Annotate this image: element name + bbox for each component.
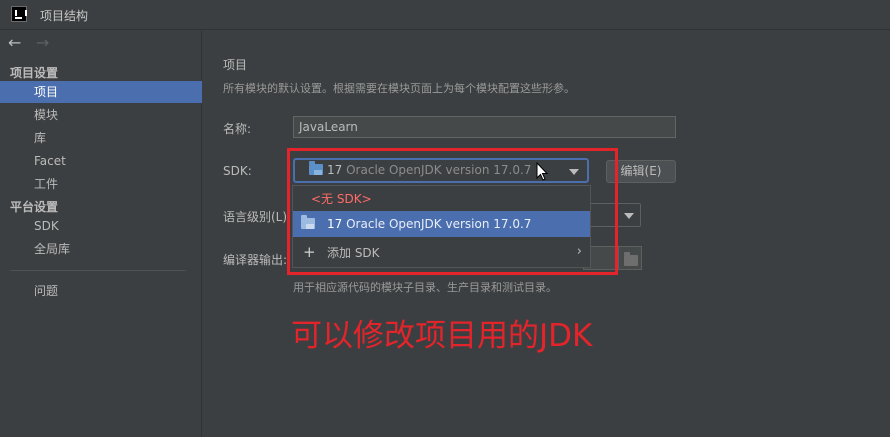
language-level-label: 语言级别(L):: [223, 210, 292, 224]
compiler-output-label: 编译器输出:: [223, 253, 288, 267]
back-arrow-icon[interactable]: ←: [8, 34, 32, 52]
sidebar-item-problems[interactable]: 问题: [0, 280, 202, 302]
sidebar-item-facets[interactable]: Facet: [0, 150, 202, 172]
sidebar-item-modules[interactable]: 模块: [0, 104, 202, 126]
sdk-label: SDK:: [223, 164, 252, 178]
sidebar-item-global-libraries[interactable]: 全局库: [0, 238, 202, 260]
page-description: 所有模块的默认设置。根据需要在模块页面上为每个模块配置这些形参。: [223, 82, 575, 95]
window-title: 项目结构: [40, 9, 89, 23]
name-label: 名称:: [223, 122, 252, 136]
platform-settings-header: 平台设置: [10, 200, 59, 214]
project-name-input[interactable]: JavaLearn: [293, 116, 676, 138]
annotation-highlight-box: [287, 148, 618, 275]
page-title: 项目: [223, 58, 248, 72]
intellij-logo-icon: [11, 6, 27, 22]
annotation-text: 可以修改项目用的JDK: [291, 318, 593, 354]
sidebar-divider: [10, 270, 186, 271]
forward-arrow-icon[interactable]: →: [36, 34, 60, 52]
chevron-down-icon: [624, 213, 634, 219]
browse-folder-button[interactable]: [618, 246, 642, 270]
compiler-output-hint: 用于相应源代码的模块子目录、生产目录和测试目录。: [293, 281, 557, 294]
folder-icon: [624, 252, 638, 266]
sidebar-item-sdk[interactable]: SDK: [0, 215, 202, 237]
title-bar: 项目结构: [0, 0, 890, 30]
sidebar-item-project[interactable]: 项目: [0, 81, 202, 103]
project-settings-header: 项目设置: [10, 66, 59, 80]
sidebar-item-artifacts[interactable]: 工件: [0, 173, 202, 195]
nav-arrows: ← →: [8, 34, 60, 54]
sidebar-item-libraries[interactable]: 库: [0, 127, 202, 149]
mouse-cursor-icon: [536, 162, 549, 181]
sidebar: ← → 项目设置 项目 模块 库 Facet 工件 平台设置 SDK 全局库 问…: [0, 31, 202, 437]
